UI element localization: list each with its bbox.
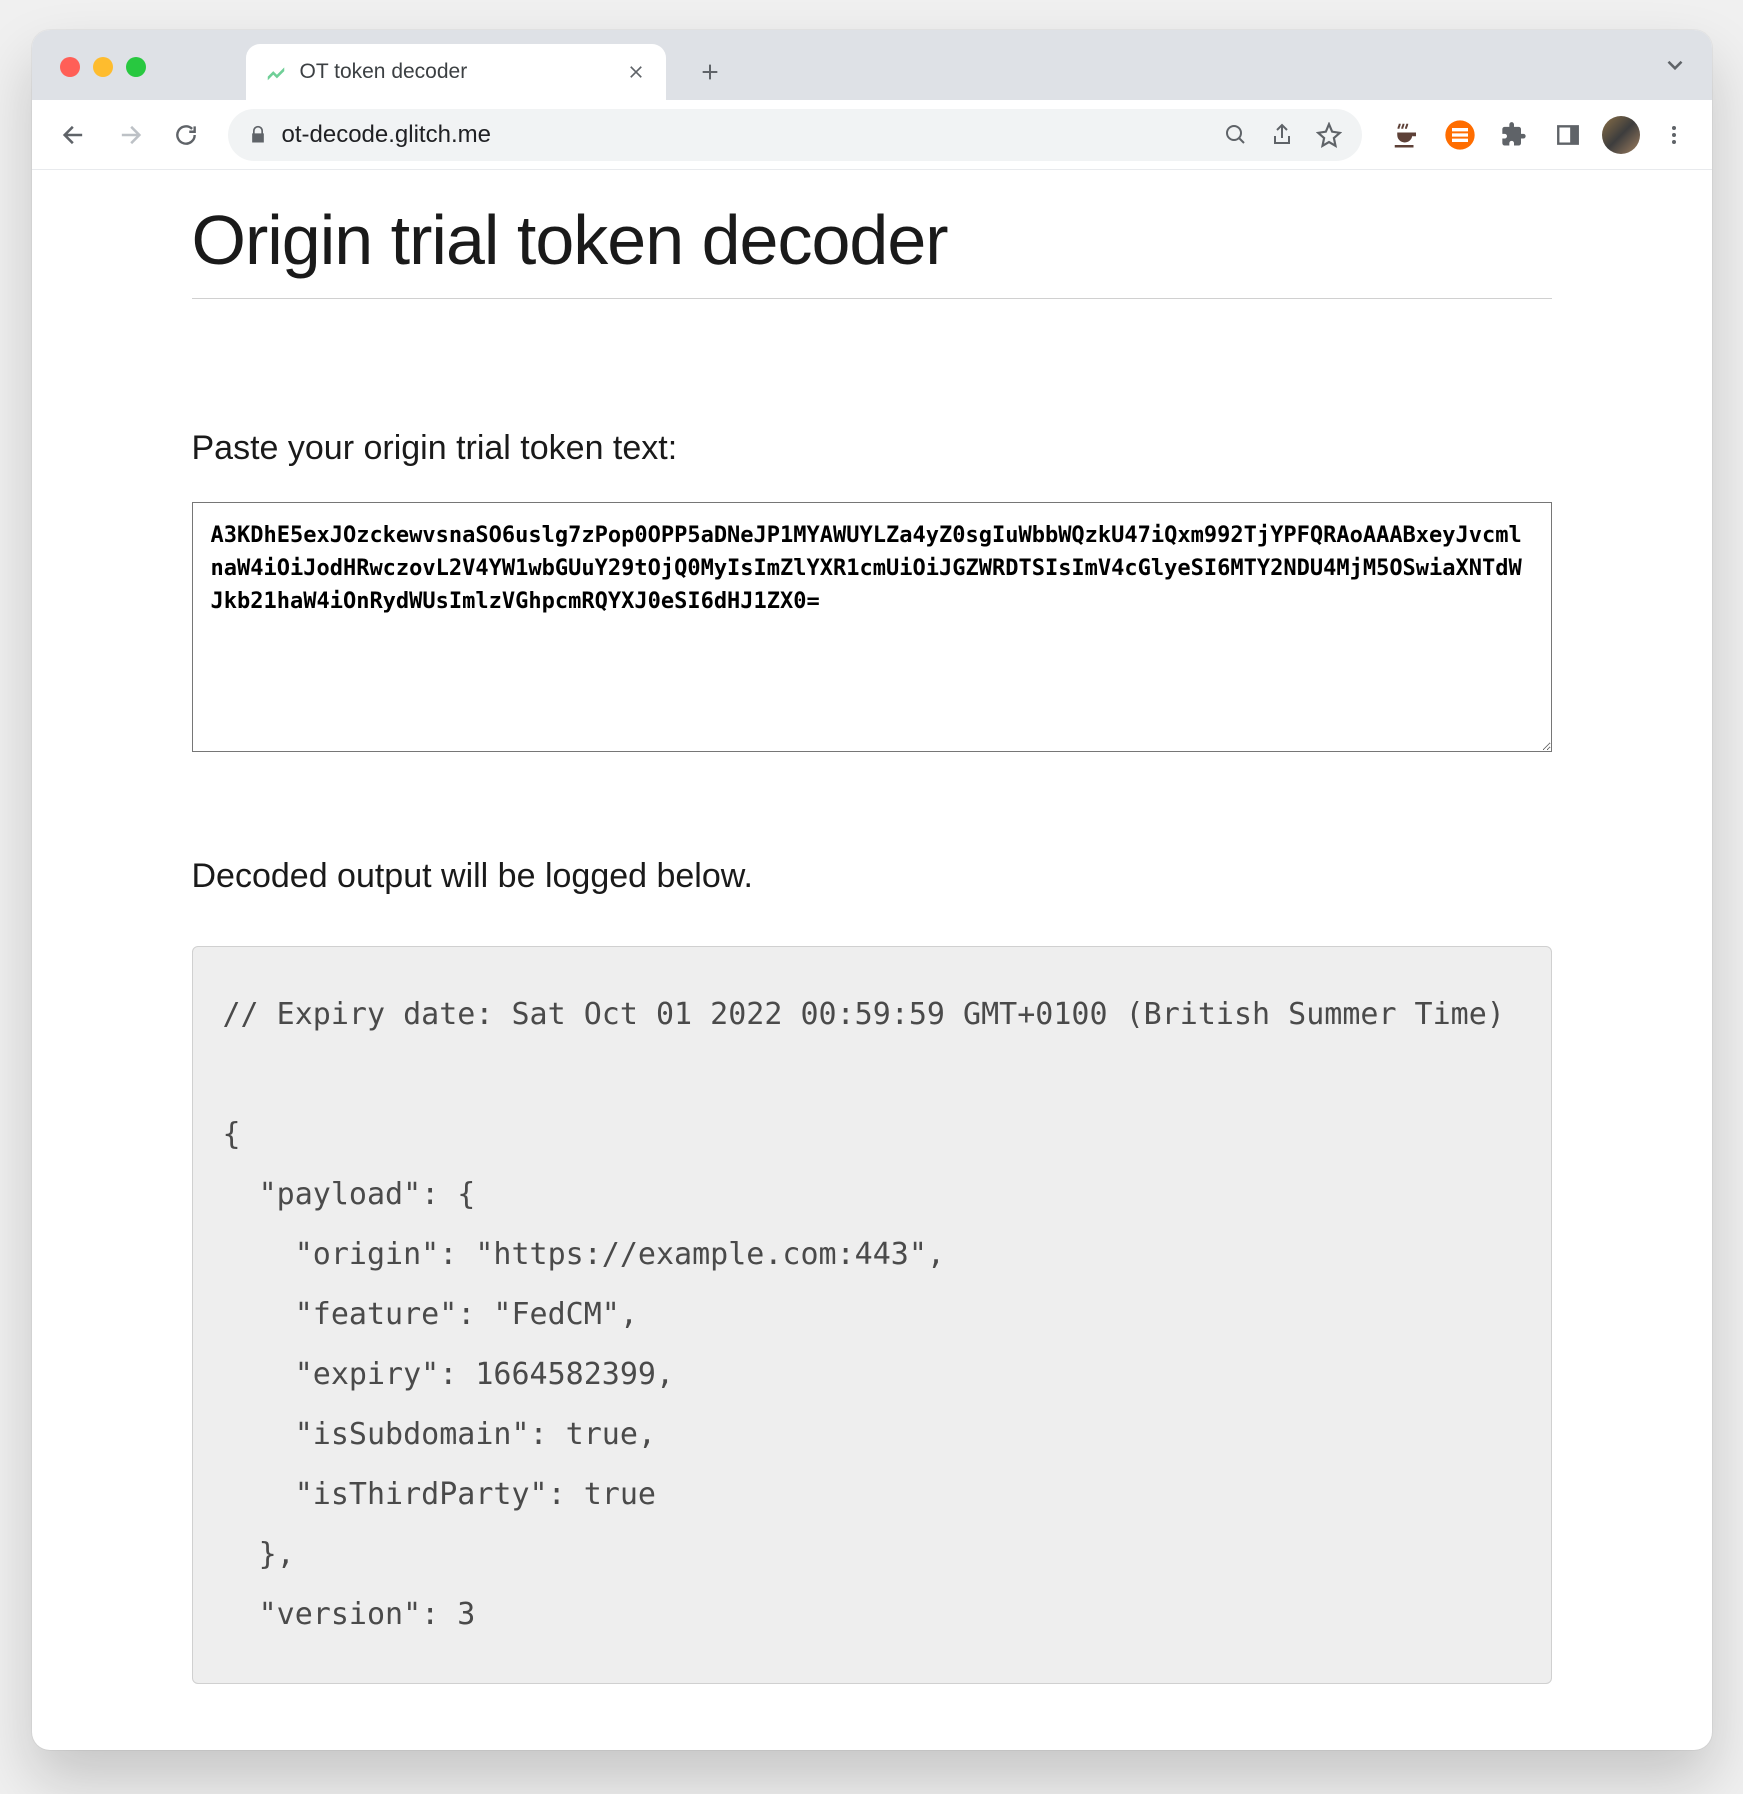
side-panel-icon[interactable] [1548, 115, 1588, 155]
omnibox-actions [1224, 122, 1342, 148]
page-title: Origin trial token decoder [192, 200, 1552, 299]
browser-window: OT token decoder [32, 30, 1712, 1750]
window-minimize-button[interactable] [93, 57, 113, 77]
back-button[interactable] [50, 111, 98, 159]
close-icon[interactable] [624, 60, 648, 84]
url-input[interactable] [282, 121, 1210, 149]
share-icon[interactable] [1270, 123, 1294, 147]
address-bar[interactable] [228, 109, 1362, 161]
output-label: Decoded output will be logged below. [192, 857, 1552, 896]
new-tab-button[interactable] [688, 50, 732, 94]
window-controls [60, 57, 146, 77]
chevron-down-icon[interactable] [1662, 52, 1688, 78]
lock-icon [248, 125, 268, 145]
token-input-label: Paste your origin trial token text: [192, 429, 1552, 468]
search-icon[interactable] [1224, 123, 1248, 147]
extensions-icon[interactable] [1494, 115, 1534, 155]
tab-strip: OT token decoder [32, 30, 1712, 100]
browser-tab[interactable]: OT token decoder [246, 44, 666, 100]
forward-button[interactable] [106, 111, 154, 159]
menu-icon[interactable] [1654, 115, 1694, 155]
star-icon[interactable] [1316, 122, 1342, 148]
toolbar-extensions [1386, 115, 1694, 155]
tab-title: OT token decoder [300, 60, 624, 84]
page-content: Origin trial token decoder Paste your or… [32, 170, 1712, 1750]
decoded-output: // Expiry date: Sat Oct 01 2022 00:59:59… [192, 946, 1552, 1684]
coffee-extension-icon[interactable] [1386, 115, 1426, 155]
browser-toolbar [32, 100, 1712, 170]
orange-extension-icon[interactable] [1440, 115, 1480, 155]
profile-avatar[interactable] [1602, 116, 1640, 154]
tab-favicon-icon [264, 60, 288, 84]
window-close-button[interactable] [60, 57, 80, 77]
reload-button[interactable] [162, 111, 210, 159]
token-textarea[interactable] [192, 502, 1552, 752]
window-maximize-button[interactable] [126, 57, 146, 77]
